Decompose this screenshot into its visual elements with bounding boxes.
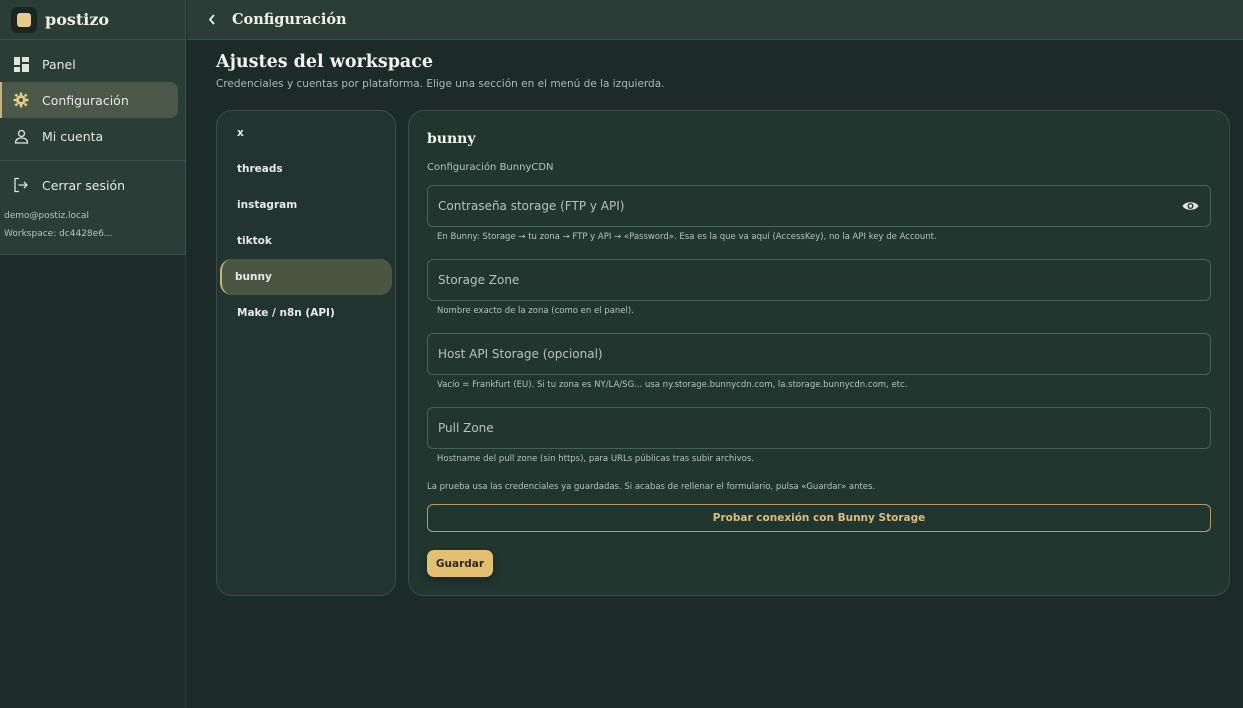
section-item-threads[interactable]: threads [220,151,392,187]
gear-icon [13,92,29,108]
sidebar-item-panel[interactable]: Panel [0,46,178,82]
chevron-left-icon [208,14,215,25]
brand-logo-icon [11,6,37,33]
section-item-instagram[interactable]: instagram [220,187,392,223]
test-note: La prueba usa las credenciales ya guarda… [427,482,876,492]
sidebar-item-mi-cuenta[interactable]: Mi cuenta [0,118,178,154]
topbar-title: Configuración [232,11,347,28]
section-item-tiktok[interactable]: tiktok [220,223,392,259]
account-meta: demo@postiz.local Workspace: dc4428e6... [0,207,185,243]
field-placeholder: Pull Zone [438,421,494,435]
field-hint: En Bunny: Storage → tu zona → FTP y API … [437,232,937,242]
host-api-storage-field[interactable]: Host API Storage (opcional) [427,333,1211,375]
app-root: postizo Panel Configuración Mi cuenta Ce… [0,0,1243,708]
field-hint: Nombre exacto de la zona (como en el pan… [437,306,634,316]
field-hint: Hostname del pull zone (sin https), para… [437,454,754,464]
storage-password-field[interactable]: Contraseña storage (FTP y API) [427,185,1211,227]
field-placeholder: Host API Storage (opcional) [438,347,603,361]
brand[interactable]: postizo [0,0,185,40]
topbar: Configuración [187,0,1243,40]
section-item-make-n8n[interactable]: Make / n8n (API) [220,295,392,331]
field-placeholder: Storage Zone [438,273,520,287]
page-title: Ajustes del workspace [216,52,434,72]
back-button[interactable] [205,13,219,27]
user-email: demo@postiz.local [4,211,90,221]
storage-zone-field[interactable]: Storage Zone [427,259,1211,301]
pull-zone-field[interactable]: Pull Zone [427,407,1211,449]
nav-divider [0,160,185,161]
sidebar-item-label: Configuración [42,92,129,108]
field-placeholder: Contraseña storage (FTP y API) [438,199,625,213]
sidebar-nav: Panel Configuración Mi cuenta Cerrar ses [0,40,185,243]
main-content: Ajustes del workspace Credenciales y cue… [216,50,1230,596]
section-item-x[interactable]: x [220,115,392,151]
page-subtitle: Credenciales y cuentas por plataforma. E… [216,78,665,90]
settings-panel: bunny Configuración BunnyCDN Contraseña … [408,110,1230,596]
eye-icon[interactable] [1182,199,1199,213]
sidebar-item-label: Mi cuenta [42,128,104,144]
save-button[interactable]: Guardar [427,550,493,577]
test-connection-button[interactable]: Probar conexión con Bunny Storage [427,504,1211,532]
brand-name: postizo [45,10,110,29]
field-hint: Vacío = Frankfurt (EU). Si tu zona es NY… [437,380,908,390]
sidebar-item-configuracion[interactable]: Configuración [0,82,178,118]
sidebar: postizo Panel Configuración Mi cuenta Ce… [0,0,186,255]
logout-label: Cerrar sesión [42,177,126,193]
dashboard-icon [13,56,29,72]
logout-icon [13,177,29,193]
sections-menu: x threads instagram tiktok bunny Make / … [216,110,396,596]
panel-subtitle: Configuración BunnyCDN [427,162,554,173]
user-icon [13,128,29,144]
workspace-id: Workspace: dc4428e6... [4,229,113,239]
section-item-bunny[interactable]: bunny [220,259,392,295]
logout-button[interactable]: Cerrar sesión [0,167,178,203]
sidebar-item-label: Panel [42,56,76,72]
panel-title: bunny [427,131,476,147]
